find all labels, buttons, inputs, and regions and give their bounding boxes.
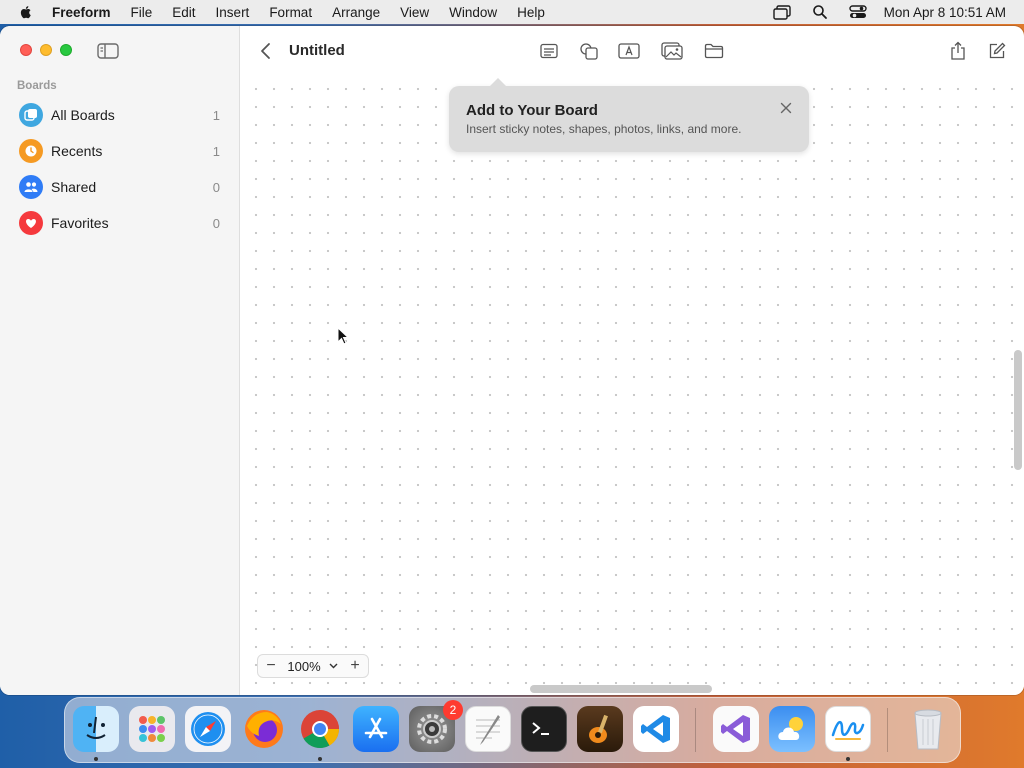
- sidebar-item-label: All Boards: [51, 107, 115, 123]
- finder-icon[interactable]: [73, 706, 119, 752]
- menu-clock[interactable]: Mon Apr 8 10:51 AM: [884, 5, 1006, 20]
- sidebar-item-shared[interactable]: Shared 0: [0, 169, 240, 205]
- sidebar-item-label: Favorites: [51, 215, 109, 231]
- vscode-icon[interactable]: [633, 706, 679, 752]
- sidebar-item-label: Recents: [51, 143, 103, 159]
- visual-studio-icon[interactable]: [713, 706, 759, 752]
- tip-body: Insert sticky notes, shapes, photos, lin…: [466, 122, 742, 136]
- running-indicator: [94, 757, 98, 761]
- close-icon[interactable]: [779, 101, 793, 115]
- firefox-icon[interactable]: [241, 706, 287, 752]
- running-indicator: [846, 757, 850, 761]
- folder-icon[interactable]: [703, 40, 725, 62]
- dock-separator: [695, 708, 696, 752]
- zoom-control: − 100% +: [257, 654, 369, 678]
- mouse-cursor-icon: [337, 327, 349, 345]
- sidebar-item-count: 0: [212, 215, 220, 231]
- control-center-icon[interactable]: [848, 4, 868, 20]
- menu-help[interactable]: Help: [517, 5, 545, 20]
- board-canvas[interactable]: Add to Your Board Insert sticky notes, s…: [241, 76, 1024, 695]
- minimize-window-button[interactable]: [40, 44, 52, 56]
- text-box-icon[interactable]: [618, 40, 640, 62]
- sidebar-item-label: Shared: [51, 179, 97, 195]
- sticky-note-icon[interactable]: [538, 40, 560, 62]
- sidebar-item-all-boards[interactable]: All Boards 1: [0, 97, 240, 133]
- close-window-button[interactable]: [20, 44, 32, 56]
- sidebar-item-recents[interactable]: Recents 1: [0, 133, 240, 169]
- vertical-scrollbar[interactable]: [1014, 350, 1022, 470]
- chrome-icon[interactable]: [297, 706, 343, 752]
- toolbar: Untitled: [241, 26, 1024, 76]
- horizontal-scrollbar[interactable]: [530, 685, 712, 693]
- garageband-icon[interactable]: [577, 706, 623, 752]
- menu-edit[interactable]: Edit: [172, 5, 195, 20]
- sidebar-item-favorites[interactable]: Favorites 0: [0, 205, 240, 241]
- menu-app-name[interactable]: Freeform: [52, 5, 111, 20]
- system-settings-icon[interactable]: 2: [409, 700, 463, 752]
- notification-badge: 2: [443, 700, 463, 720]
- menu-file[interactable]: File: [131, 5, 153, 20]
- boards-section-label: Boards: [17, 80, 57, 92]
- sidebar-toggle-icon[interactable]: [97, 43, 119, 59]
- sidebar-item-count: 1: [212, 107, 220, 123]
- share-icon[interactable]: [947, 40, 969, 62]
- menu-format[interactable]: Format: [269, 5, 312, 20]
- freeform-window: Boards All Boards 1 Recents 1 Shared 0 F…: [0, 26, 1024, 695]
- running-indicator: [318, 757, 322, 761]
- heart-icon: [19, 211, 43, 235]
- clock-icon: [19, 139, 43, 163]
- menu-arrange[interactable]: Arrange: [332, 5, 380, 20]
- menu-window[interactable]: Window: [449, 5, 497, 20]
- menu-bar: Freeform File Edit Insert Format Arrange…: [0, 0, 1024, 24]
- compose-icon[interactable]: [986, 40, 1008, 62]
- search-icon[interactable]: [810, 4, 830, 20]
- weather-icon[interactable]: [769, 706, 815, 752]
- zoom-in-button[interactable]: +: [342, 657, 368, 675]
- boards-list: All Boards 1 Recents 1 Shared 0 Favorite…: [0, 97, 240, 241]
- media-icon[interactable]: [661, 40, 683, 62]
- menu-insert[interactable]: Insert: [216, 5, 250, 20]
- all-boards-icon: [19, 103, 43, 127]
- apple-menu-icon[interactable]: [18, 4, 34, 20]
- textedit-icon[interactable]: [465, 706, 511, 752]
- sidebar-item-count: 0: [212, 179, 220, 195]
- zoom-level[interactable]: 100%: [284, 659, 324, 674]
- freeform-icon[interactable]: [825, 706, 871, 752]
- board-title[interactable]: Untitled: [289, 42, 345, 59]
- dock-separator: [887, 708, 888, 752]
- sidebar: Boards All Boards 1 Recents 1 Shared 0 F…: [0, 26, 240, 695]
- menu-view[interactable]: View: [400, 5, 429, 20]
- launchpad-icon[interactable]: [129, 706, 175, 752]
- zoom-out-button[interactable]: −: [258, 657, 284, 675]
- add-to-board-tip: Add to Your Board Insert sticky notes, s…: [449, 78, 809, 152]
- safari-icon[interactable]: [185, 706, 231, 752]
- back-chevron-icon[interactable]: [259, 41, 273, 61]
- app-store-icon[interactable]: [353, 706, 399, 752]
- shapes-icon[interactable]: [578, 40, 600, 62]
- chevron-down-icon[interactable]: [324, 663, 342, 669]
- zoom-window-button[interactable]: [60, 44, 72, 56]
- tip-title: Add to Your Board: [466, 102, 598, 119]
- people-icon: [19, 175, 43, 199]
- terminal-icon[interactable]: [521, 706, 567, 752]
- trash-icon[interactable]: [905, 706, 951, 752]
- window-switcher-icon[interactable]: [772, 4, 792, 20]
- sidebar-item-count: 1: [212, 143, 220, 159]
- dock: 2: [64, 697, 961, 763]
- window-controls: [20, 44, 80, 56]
